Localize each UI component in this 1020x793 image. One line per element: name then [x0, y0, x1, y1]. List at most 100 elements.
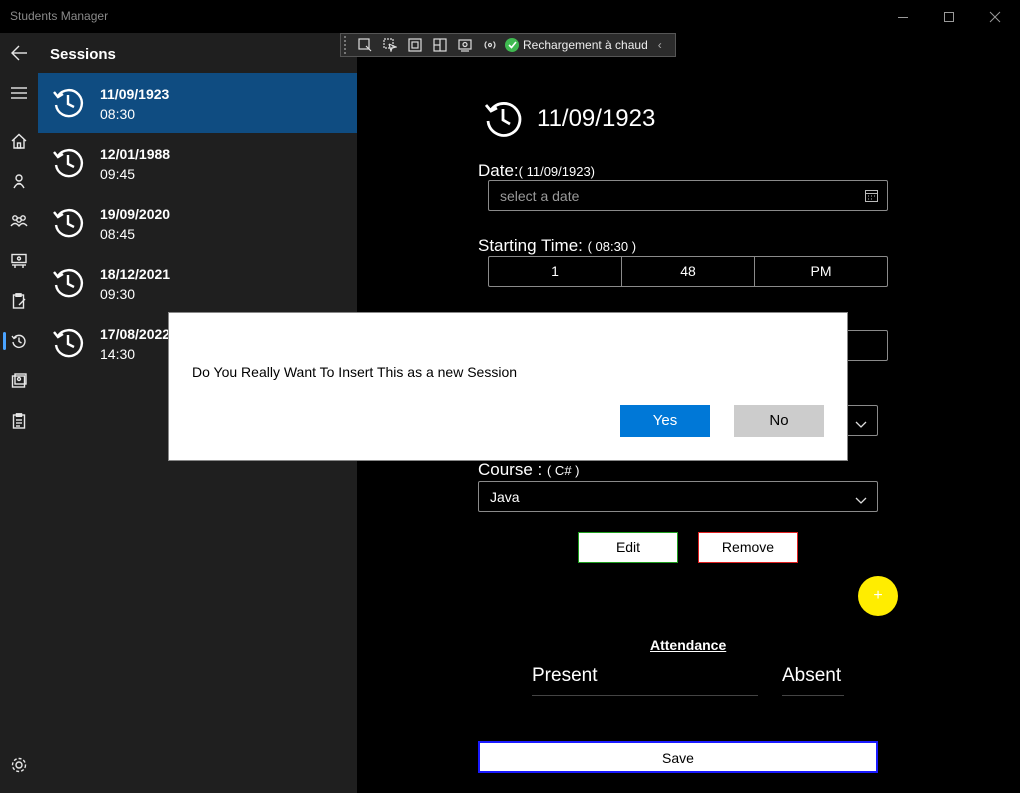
- session-time: 08:45: [100, 226, 136, 242]
- session-date: 18/12/2021: [100, 266, 171, 282]
- session-item[interactable]: 11/09/1923 08:30: [38, 73, 357, 133]
- history-icon: [482, 98, 524, 145]
- history-icon: [51, 86, 85, 125]
- dialog-message: Do You Really Want To Insert This as a n…: [192, 364, 518, 380]
- time-label: Starting Time: ( 08:30 ): [478, 236, 636, 256]
- close-icon: [989, 11, 1001, 22]
- session-time: 09:30: [100, 286, 136, 302]
- nav-students[interactable]: [0, 201, 38, 241]
- course-label: Course : ( C# ): [478, 460, 579, 480]
- session-item[interactable]: 19/09/2020 08:45: [38, 193, 357, 253]
- attendance-title: Attendance: [650, 637, 727, 653]
- absent-header: Absent: [782, 665, 844, 696]
- session-item[interactable]: 12/01/1988 09:45: [38, 133, 357, 193]
- session-item[interactable]: 18/12/2021 09:30: [38, 253, 357, 313]
- session-date: 17/08/2022: [100, 326, 171, 342]
- hot-reload-indicator[interactable]: Rechargement à chaud: [505, 38, 648, 52]
- frame-icon: [407, 38, 422, 52]
- layout-icon: [432, 38, 447, 52]
- time-value: ( 08:30 ): [587, 239, 637, 254]
- maximize-button[interactable]: [926, 0, 972, 33]
- time-minute[interactable]: 48: [622, 257, 755, 286]
- course-selected: Java: [490, 489, 520, 505]
- minimize-icon: [898, 16, 908, 18]
- history-icon: [51, 146, 85, 185]
- session-time: 14:30: [100, 346, 136, 362]
- back-arrow-icon: [11, 45, 27, 61]
- clipboard-edit-icon: [12, 293, 26, 309]
- people-icon: [10, 215, 28, 228]
- collapse-toolbar-icon[interactable]: ‹: [658, 38, 662, 52]
- display-adorners-button[interactable]: [402, 35, 427, 55]
- present-header: Present: [532, 665, 758, 696]
- close-button[interactable]: [972, 0, 1018, 33]
- session-date: 11/09/1923: [100, 86, 170, 102]
- navigation-rail: [0, 33, 38, 793]
- cursor-select-icon: [382, 38, 397, 52]
- date-label-text: Date:: [478, 161, 519, 180]
- history-icon: [51, 206, 85, 245]
- scholar-icon: [13, 174, 25, 189]
- date-picker[interactable]: select a date: [488, 180, 888, 211]
- debug-toolbar: Rechargement à chaud ‹: [340, 33, 676, 57]
- check-icon: [505, 38, 519, 52]
- nav-scholar[interactable]: [0, 161, 38, 201]
- history-icon: [51, 266, 85, 305]
- add-button[interactable]: +: [858, 576, 898, 616]
- minimize-button[interactable]: [880, 0, 926, 33]
- history-icon: [11, 334, 26, 348]
- focus-track-icon: [457, 39, 472, 52]
- back-button[interactable]: [0, 33, 38, 73]
- session-time: 09:45: [100, 166, 136, 182]
- nav-classroom[interactable]: [0, 241, 38, 281]
- track-focus-button[interactable]: [452, 35, 477, 55]
- save-button[interactable]: Save: [478, 741, 878, 773]
- date-value: ( 11/09/1923): [518, 164, 596, 179]
- time-period[interactable]: PM: [755, 257, 887, 286]
- toolbar-grip[interactable]: [344, 36, 352, 54]
- nav-reports[interactable]: [0, 401, 38, 441]
- settings-button[interactable]: [0, 745, 38, 785]
- yes-button[interactable]: Yes: [620, 405, 710, 437]
- tree-select-icon: [357, 38, 371, 52]
- home-icon: [11, 133, 27, 149]
- course-combobox[interactable]: Java: [478, 481, 878, 512]
- edit-button[interactable]: Edit: [578, 532, 678, 563]
- hot-reload-status-button[interactable]: [477, 35, 502, 55]
- time-label-text: Starting Time:: [478, 236, 588, 255]
- nav-grades[interactable]: [0, 361, 38, 401]
- session-date: 12/01/1988: [100, 146, 171, 162]
- broadcast-icon: [484, 41, 495, 49]
- clipboard-list-icon: [12, 413, 26, 429]
- hamburger-icon: [11, 87, 27, 99]
- detail-title: 11/09/1923: [537, 105, 656, 132]
- course-value: ( C# ): [546, 463, 580, 478]
- menu-button[interactable]: [0, 73, 38, 113]
- title-bar: Students Manager: [0, 0, 1020, 33]
- calendar-icon: [865, 189, 878, 207]
- chevron-down-icon: [855, 492, 867, 510]
- time-picker[interactable]: 1 48 PM: [488, 256, 888, 287]
- time-hour[interactable]: 1: [489, 257, 622, 286]
- hot-reload-label: Rechargement à chaud: [523, 38, 648, 52]
- date-label: Date:( 11/09/1923): [478, 161, 595, 181]
- nav-sessions[interactable]: [0, 321, 38, 361]
- nav-assignments[interactable]: [0, 281, 38, 321]
- date-placeholder: select a date: [500, 188, 580, 204]
- classroom-icon: [11, 253, 27, 268]
- photo-stack-icon: [11, 373, 27, 388]
- pane-title: Sessions: [50, 46, 116, 63]
- chevron-down-icon: [855, 416, 867, 434]
- no-button[interactable]: No: [734, 405, 824, 437]
- confirm-dialog: Do You Really Want To Insert This as a n…: [168, 312, 848, 461]
- maximize-icon: [944, 11, 954, 22]
- app-title: Students Manager: [10, 9, 109, 23]
- layout-button[interactable]: [427, 35, 452, 55]
- session-time: 08:30: [100, 106, 136, 122]
- select-element-button[interactable]: [377, 35, 402, 55]
- live-tree-button[interactable]: [352, 35, 377, 55]
- gear-icon: [11, 757, 27, 773]
- remove-button[interactable]: Remove: [698, 532, 798, 563]
- history-icon: [51, 326, 85, 365]
- nav-home[interactable]: [0, 121, 38, 161]
